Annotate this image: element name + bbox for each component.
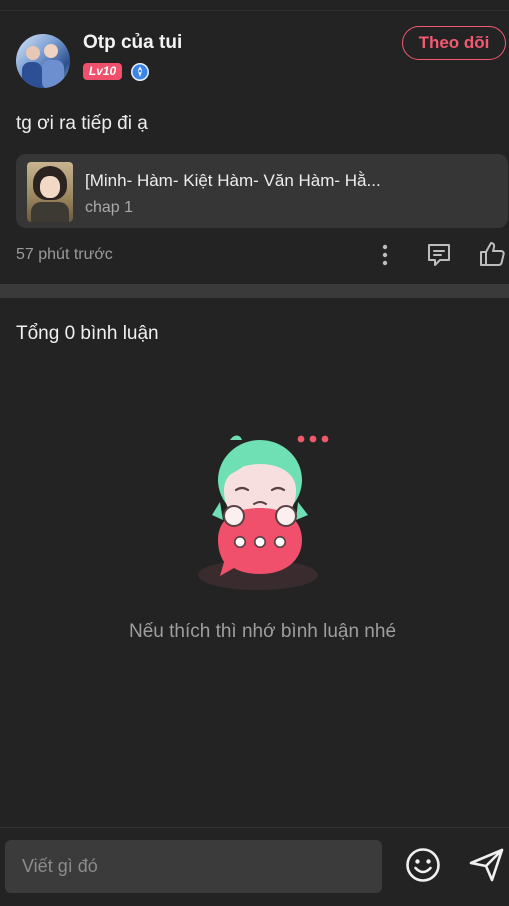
story-chapter: chap 1: [85, 199, 134, 216]
avatar[interactable]: [16, 34, 70, 88]
composer-divider: [0, 827, 509, 828]
comment-input[interactable]: [5, 840, 382, 893]
more-vertical-icon[interactable]: [374, 242, 396, 268]
reply-icon[interactable]: [425, 241, 453, 269]
comment-text: tg ơi ra tiếp đi ạ: [16, 113, 148, 134]
top-divider: [0, 10, 509, 11]
level-badge: Lv10: [83, 63, 122, 80]
follow-button[interactable]: Theo dõi: [402, 26, 506, 60]
verified-icon: [131, 63, 149, 81]
story-thumbnail: [27, 162, 73, 222]
username[interactable]: Otp của tui: [83, 32, 182, 54]
empty-comments-illustration: [198, 435, 329, 590]
section-divider: [0, 284, 509, 298]
timestamp: 57 phút trước: [16, 246, 113, 263]
story-title: [Minh- Hàm- Kiệt Hàm- Văn Hàm- Hằ...: [85, 171, 381, 190]
empty-comments-message: Nếu thích thì nhớ bình luận nhé: [128, 621, 397, 642]
emoji-icon[interactable]: [404, 846, 442, 884]
like-icon[interactable]: [478, 240, 506, 268]
story-card[interactable]: [Minh- Hàm- Kiệt Hàm- Văn Hàm- Hằ... cha…: [16, 154, 508, 228]
comment-count-heading: Tổng 0 bình luận: [16, 323, 159, 344]
send-icon[interactable]: [468, 846, 506, 884]
